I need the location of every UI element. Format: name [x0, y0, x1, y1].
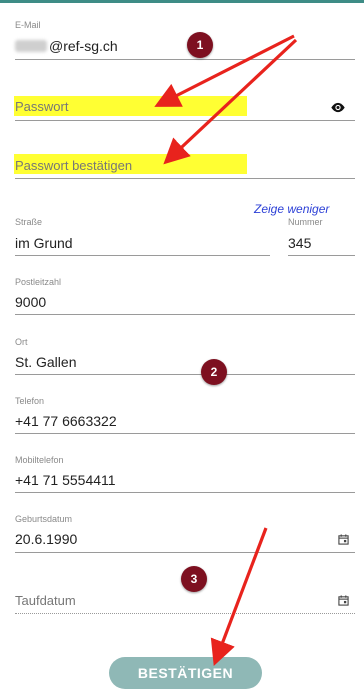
step-badge-1: 1 [187, 32, 213, 58]
step-badge-3: 3 [181, 566, 207, 592]
step-badge-2: 2 [201, 359, 227, 385]
arrow-to-password-confirm [163, 38, 298, 165]
arrow-to-password [154, 34, 295, 107]
arrow-to-confirm-button [210, 527, 268, 666]
annotation-arrows [154, 34, 298, 666]
